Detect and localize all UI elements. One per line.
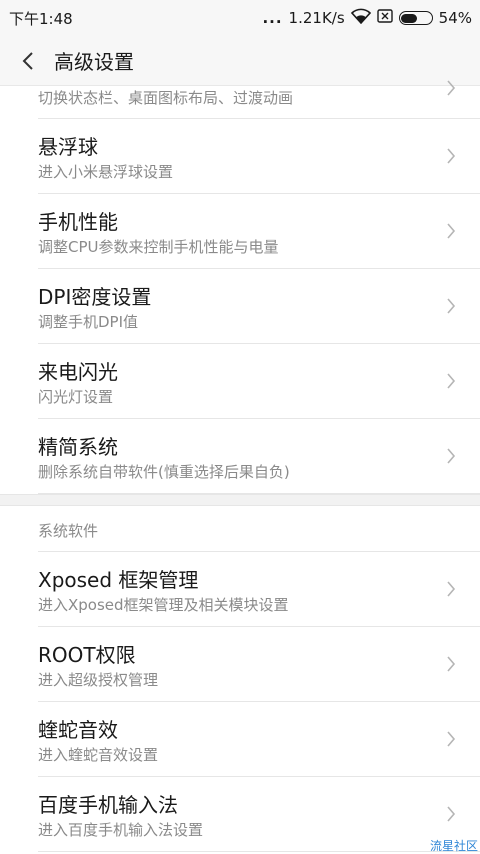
list-item-title: ROOT权限 <box>38 643 136 667</box>
list-item-title: 百度手机输入法 <box>38 793 178 817</box>
list-item[interactable]: Xposed 框架管理进入Xposed框架管理及相关模块设置 <box>0 552 480 627</box>
list-item-subtitle: 闪光灯设置 <box>38 388 114 406</box>
list-item[interactable]: 来电闪光 闪光灯设置 <box>0 344 480 419</box>
watermark: 流星社区 <box>429 839 478 853</box>
battery-percent: 54% <box>438 9 472 27</box>
list-item-title: 悬浮球 <box>38 135 98 159</box>
list-item-title: 来电闪光 <box>38 360 118 384</box>
back-button[interactable] <box>2 36 54 86</box>
list-item-subtitle: 进入小米悬浮球设置 <box>38 163 174 181</box>
list-item-title: Xposed 框架管理 <box>38 568 199 592</box>
list-item-title: 精简系统 <box>38 435 118 459</box>
list-item[interactable]: 悬浮球进入小米悬浮球设置 <box>0 119 480 194</box>
status-indicators: ... 1.21K/s 54% <box>262 8 472 28</box>
list-item-title: 手机性能 <box>38 210 118 234</box>
section-title: 系统软件 <box>38 522 99 540</box>
notification-dots: ... <box>262 9 283 27</box>
chevron-right-icon <box>447 298 456 314</box>
chevron-right-icon <box>447 731 456 747</box>
list-item-subtitle: 进入超级授权管理 <box>38 671 159 689</box>
page-title: 高级设置 <box>54 50 134 74</box>
wifi-icon <box>350 8 371 28</box>
list-item[interactable]: ROOT权限进入超级授权管理 <box>0 627 480 702</box>
list-item[interactable]: 手机性能调整CPU参数来控制手机性能与电量 <box>0 194 480 269</box>
chevron-right-icon <box>447 448 456 464</box>
chevron-right-icon <box>447 223 456 239</box>
network-speed: 1.21K/s <box>288 9 345 27</box>
section-divider <box>0 494 480 506</box>
chevron-right-icon <box>447 373 456 389</box>
list-item-subtitle: 删除系统自带软件(慎重选择后果自负) <box>38 463 290 481</box>
chevron-right-icon <box>447 80 456 96</box>
chevron-right-icon <box>447 656 456 672</box>
chevron-left-icon <box>22 51 33 70</box>
status-time: 下午1:48 <box>9 9 73 28</box>
list-item-subtitle: 切换状态栏、桌面图标布局、过渡动画 <box>38 89 294 107</box>
chevron-right-icon <box>447 806 456 822</box>
status-bar: 下午1:48 ... 1.21K/s 54% <box>0 0 480 36</box>
list-item-title: 蝰蛇音效 <box>38 718 118 742</box>
title-bar: 高级设置 <box>0 36 480 86</box>
no-sim-icon <box>376 9 393 27</box>
settings-list: 切换状态栏、桌面图标布局、过渡动画 悬浮球进入小米悬浮球设置手机性能调整CPU参… <box>0 80 480 852</box>
chevron-right-icon <box>447 148 456 164</box>
list-item-subtitle: 进入Xposed框架管理及相关模块设置 <box>38 596 289 614</box>
list-item-title: DPI密度设置 <box>38 285 152 309</box>
battery-level <box>401 13 417 23</box>
list-item[interactable]: 精简系统删除系统自带软件(慎重选择后果自负) <box>0 419 480 494</box>
list-item-partial[interactable]: 切换状态栏、桌面图标布局、过渡动画 <box>0 80 480 119</box>
section-header: 系统软件 <box>0 506 480 552</box>
list-item[interactable]: DPI密度设置调整手机DPI值 <box>0 269 480 344</box>
battery-icon <box>398 11 433 25</box>
list-item-subtitle: 调整手机DPI值 <box>38 313 139 331</box>
list-item[interactable]: 百度手机输入法进入百度手机输入法设置 <box>0 777 480 852</box>
list-item-subtitle: 进入百度手机输入法设置 <box>38 821 204 839</box>
chevron-right-icon <box>447 581 456 597</box>
list-item-subtitle: 进入蝰蛇音效设置 <box>38 746 159 764</box>
list-item[interactable]: 蝰蛇音效进入蝰蛇音效设置 <box>0 702 480 777</box>
list-item-subtitle: 调整CPU参数来控制手机性能与电量 <box>38 238 279 256</box>
